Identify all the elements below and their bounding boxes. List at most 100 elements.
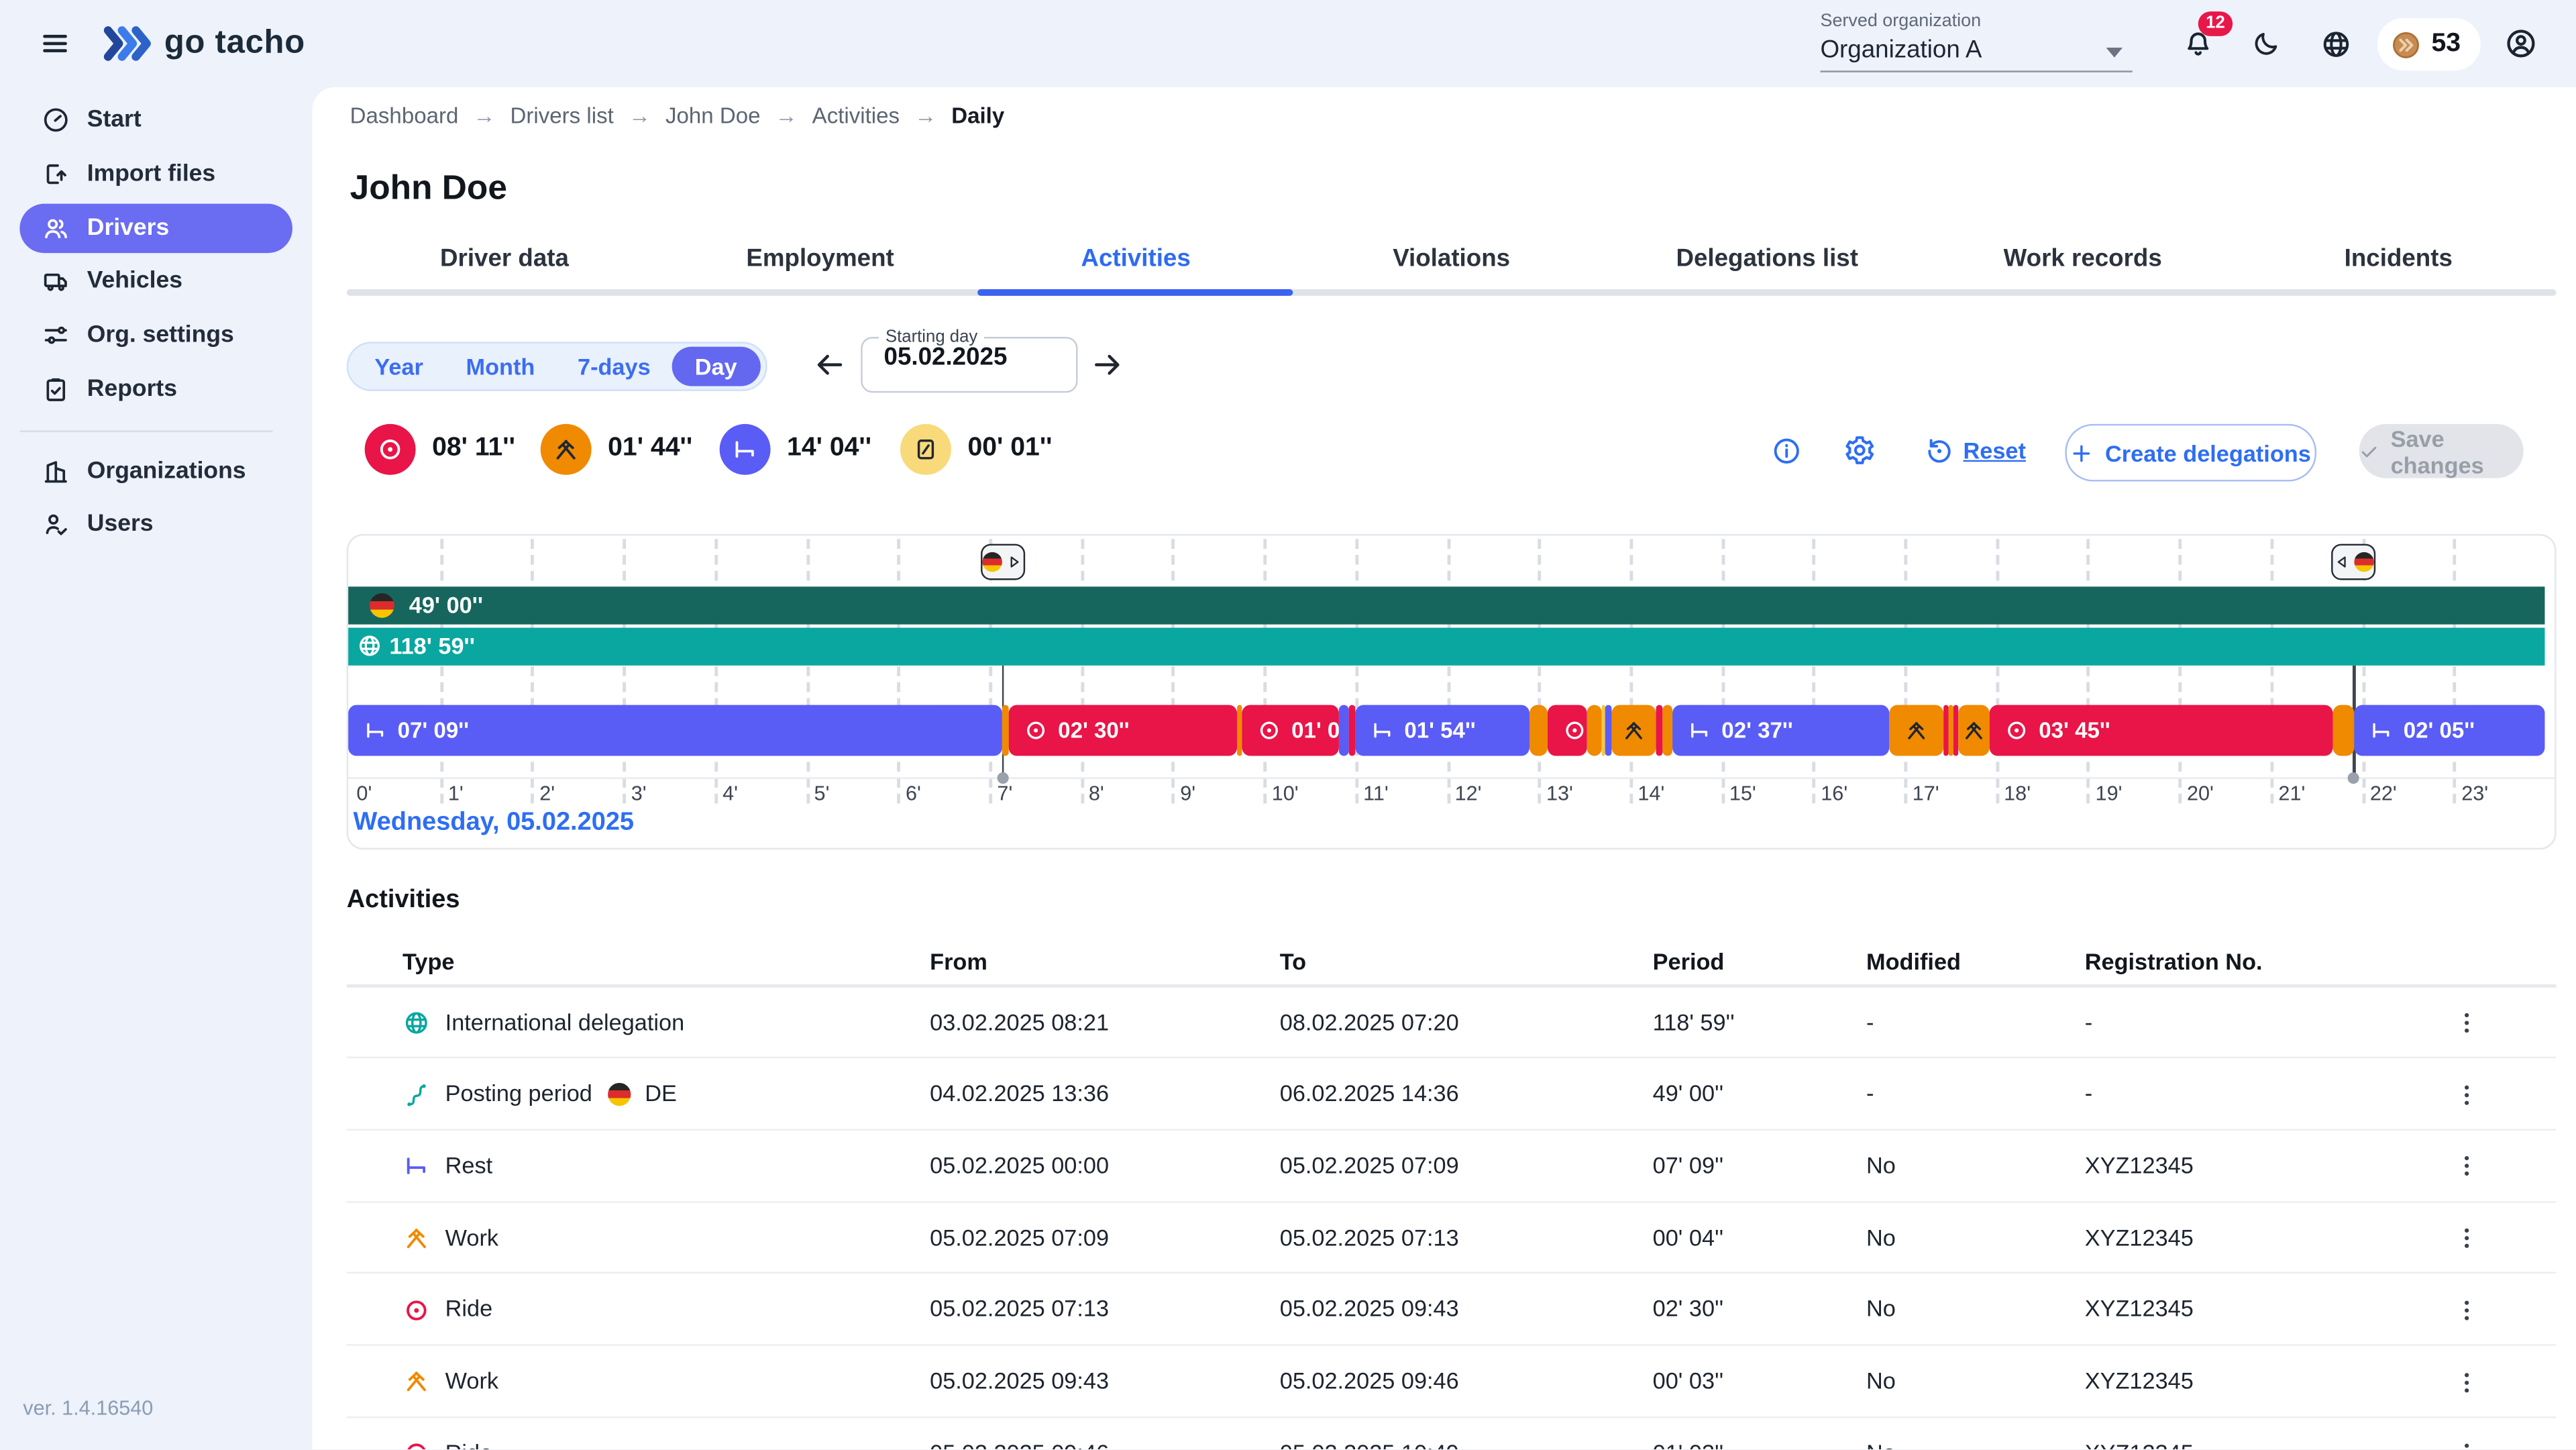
create-delegations-button[interactable]: Create delegations [2065, 424, 2316, 482]
border-crossing-marker-right[interactable] [981, 544, 1025, 580]
stat-availability-badge [900, 424, 951, 475]
segment-ride[interactable]: 02' 30'' [1009, 705, 1238, 756]
sidebar-item-users[interactable]: Users [19, 499, 292, 548]
cell-registration: XYZ12345 [2085, 1131, 2194, 1202]
period-option-7-days[interactable]: 7-days [556, 347, 672, 386]
previous-day-arrow-button[interactable] [813, 348, 846, 381]
dark-mode-moon-icon[interactable] [2251, 28, 2282, 60]
row-menu-kebab-icon[interactable] [2447, 1361, 2486, 1404]
segment-rest[interactable] [1338, 705, 1349, 756]
row-menu-kebab-icon[interactable] [2447, 1074, 2486, 1117]
germany-flag-icon [982, 552, 1002, 572]
period-option-year[interactable]: Year [354, 347, 445, 386]
cell-period: 07' 09'' [1653, 1131, 1723, 1202]
tab-work-records[interactable]: Work records [1925, 245, 2241, 288]
segment-ride[interactable] [1944, 705, 1949, 756]
reset-button[interactable]: Reset [1964, 437, 2026, 463]
hour-tick-label: 1' [448, 782, 464, 805]
segment-work[interactable] [1957, 705, 1990, 756]
segment-rest[interactable]: 07' 09'' [348, 705, 1002, 756]
tab-violations[interactable]: Violations [1293, 245, 1609, 288]
row-menu-kebab-icon[interactable] [2447, 1145, 2486, 1188]
served-organization-select[interactable]: Organization A [1820, 36, 1982, 64]
tab-driver-data[interactable]: Driver data [347, 245, 663, 288]
sidebar-item-start[interactable]: Start [19, 95, 292, 144]
segment-rest[interactable]: 01' 54'' [1355, 705, 1529, 756]
segment-ride[interactable]: 0 [1547, 705, 1587, 756]
tab-incidents[interactable]: Incidents [2241, 245, 2557, 288]
breadcrumb-arrow-icon: → [914, 103, 936, 128]
row-menu-kebab-icon[interactable] [2447, 1289, 2486, 1332]
segment-work[interactable] [1587, 705, 1602, 756]
segment-work[interactable] [1529, 705, 1547, 756]
segment-rest[interactable]: 02' 05'' [2354, 705, 2544, 756]
cell-to: 05.02.2025 09:43 [1280, 1274, 1459, 1346]
tab-activities[interactable]: Activities [978, 245, 1294, 288]
hamburger-menu-icon[interactable] [40, 28, 71, 60]
segment-work[interactable] [1663, 705, 1672, 756]
hour-tick-label: 4' [722, 782, 738, 805]
type-cell: International delegation [402, 987, 684, 1059]
row-menu-kebab-icon[interactable] [2447, 1217, 2486, 1260]
sidebar-item-vehicles[interactable]: Vehicles [19, 256, 292, 305]
tab-delegations-list[interactable]: Delegations list [1609, 245, 1925, 288]
starting-day-input[interactable]: 05.02.2025 [863, 344, 1076, 372]
border-crossing-marker-left[interactable] [2332, 544, 2376, 580]
sidebar-item-drivers[interactable]: Drivers [19, 204, 292, 253]
sidebar-item-reports[interactable]: Reports [19, 365, 292, 414]
credits-pill[interactable]: 53 [2377, 18, 2481, 70]
segment-work[interactable] [2332, 705, 2354, 756]
reset-icon[interactable] [1924, 435, 1955, 467]
segment-ride[interactable] [1349, 705, 1355, 756]
period-toggle-group: YearMonth7-daysDay [347, 342, 767, 391]
breadcrumb-item-dashboard[interactable]: Dashboard [350, 103, 459, 128]
cell-period: 02' 30'' [1653, 1274, 1723, 1346]
info-icon[interactable] [1771, 435, 1803, 467]
next-day-arrow-button[interactable] [1091, 348, 1124, 381]
hour-tick-label: 13' [1546, 782, 1573, 805]
sidebar-item-import-files[interactable]: Import files [19, 150, 292, 199]
sidebar-item-label: Start [87, 107, 142, 133]
row-menu-kebab-icon[interactable] [2447, 1002, 2486, 1045]
posting-period-bar[interactable]: 49' 00'' [348, 586, 2544, 623]
settings-gear-icon[interactable] [1843, 434, 1876, 467]
sidebar-item-organizations[interactable]: Organizations [19, 447, 292, 496]
hour-tick-label: 20' [2187, 782, 2214, 805]
segment-ride[interactable] [1656, 705, 1663, 756]
sidebar-item-label: Users [87, 511, 154, 537]
breadcrumb-item-daily: Daily [951, 103, 1004, 128]
stat-ride-value: 08' 11'' [432, 434, 515, 464]
segment-rest[interactable] [1605, 705, 1611, 756]
sidebar-item-org-settings[interactable]: Org. settings [19, 311, 292, 360]
segment-duration-label: 07' 09'' [398, 718, 469, 743]
cell-modified: No [1866, 1274, 1896, 1346]
segment-work[interactable] [1003, 705, 1009, 756]
segment-ride[interactable]: 01' 03'' [1242, 705, 1338, 756]
international-delegation-bar[interactable]: 118' 59'' [348, 627, 2544, 664]
breadcrumb-item-activities[interactable]: Activities [812, 103, 900, 128]
segment-ride[interactable] [1953, 705, 1957, 756]
starting-day-field[interactable]: Starting day 05.02.2025 [861, 327, 1077, 393]
row-menu-kebab-icon[interactable] [2447, 1433, 2486, 1450]
account-avatar-icon[interactable] [2504, 26, 2538, 60]
segment-ride[interactable]: 03' 45'' [1990, 705, 2333, 756]
type-cell: Posting periodDE [402, 1059, 677, 1131]
segment-rest[interactable]: 02' 37'' [1672, 705, 1889, 756]
hour-gridline [623, 539, 626, 803]
period-option-month[interactable]: Month [445, 347, 556, 386]
hour-gridline [1446, 539, 1450, 803]
tab-employment[interactable]: Employment [662, 245, 978, 288]
segment-work[interactable] [1238, 705, 1242, 756]
date-link[interactable]: Wednesday, 05.02.2025 [354, 809, 635, 838]
breadcrumb-item-john-doe[interactable]: John Doe [665, 103, 761, 128]
segment-work[interactable] [1948, 705, 1953, 756]
breadcrumb-item-drivers-list[interactable]: Drivers list [511, 103, 614, 128]
hour-tick-label: 12' [1455, 782, 1482, 805]
table-row: Work05.02.2025 07:0905.02.2025 07:1300' … [347, 1202, 2557, 1274]
segment-work[interactable] [1611, 705, 1656, 756]
save-changes-button-disabled[interactable]: Save changes [2359, 424, 2524, 478]
language-globe-icon[interactable] [2320, 28, 2353, 61]
route-icon [402, 1080, 431, 1108]
period-option-day[interactable]: Day [672, 347, 759, 386]
segment-work[interactable] [1889, 705, 1944, 756]
